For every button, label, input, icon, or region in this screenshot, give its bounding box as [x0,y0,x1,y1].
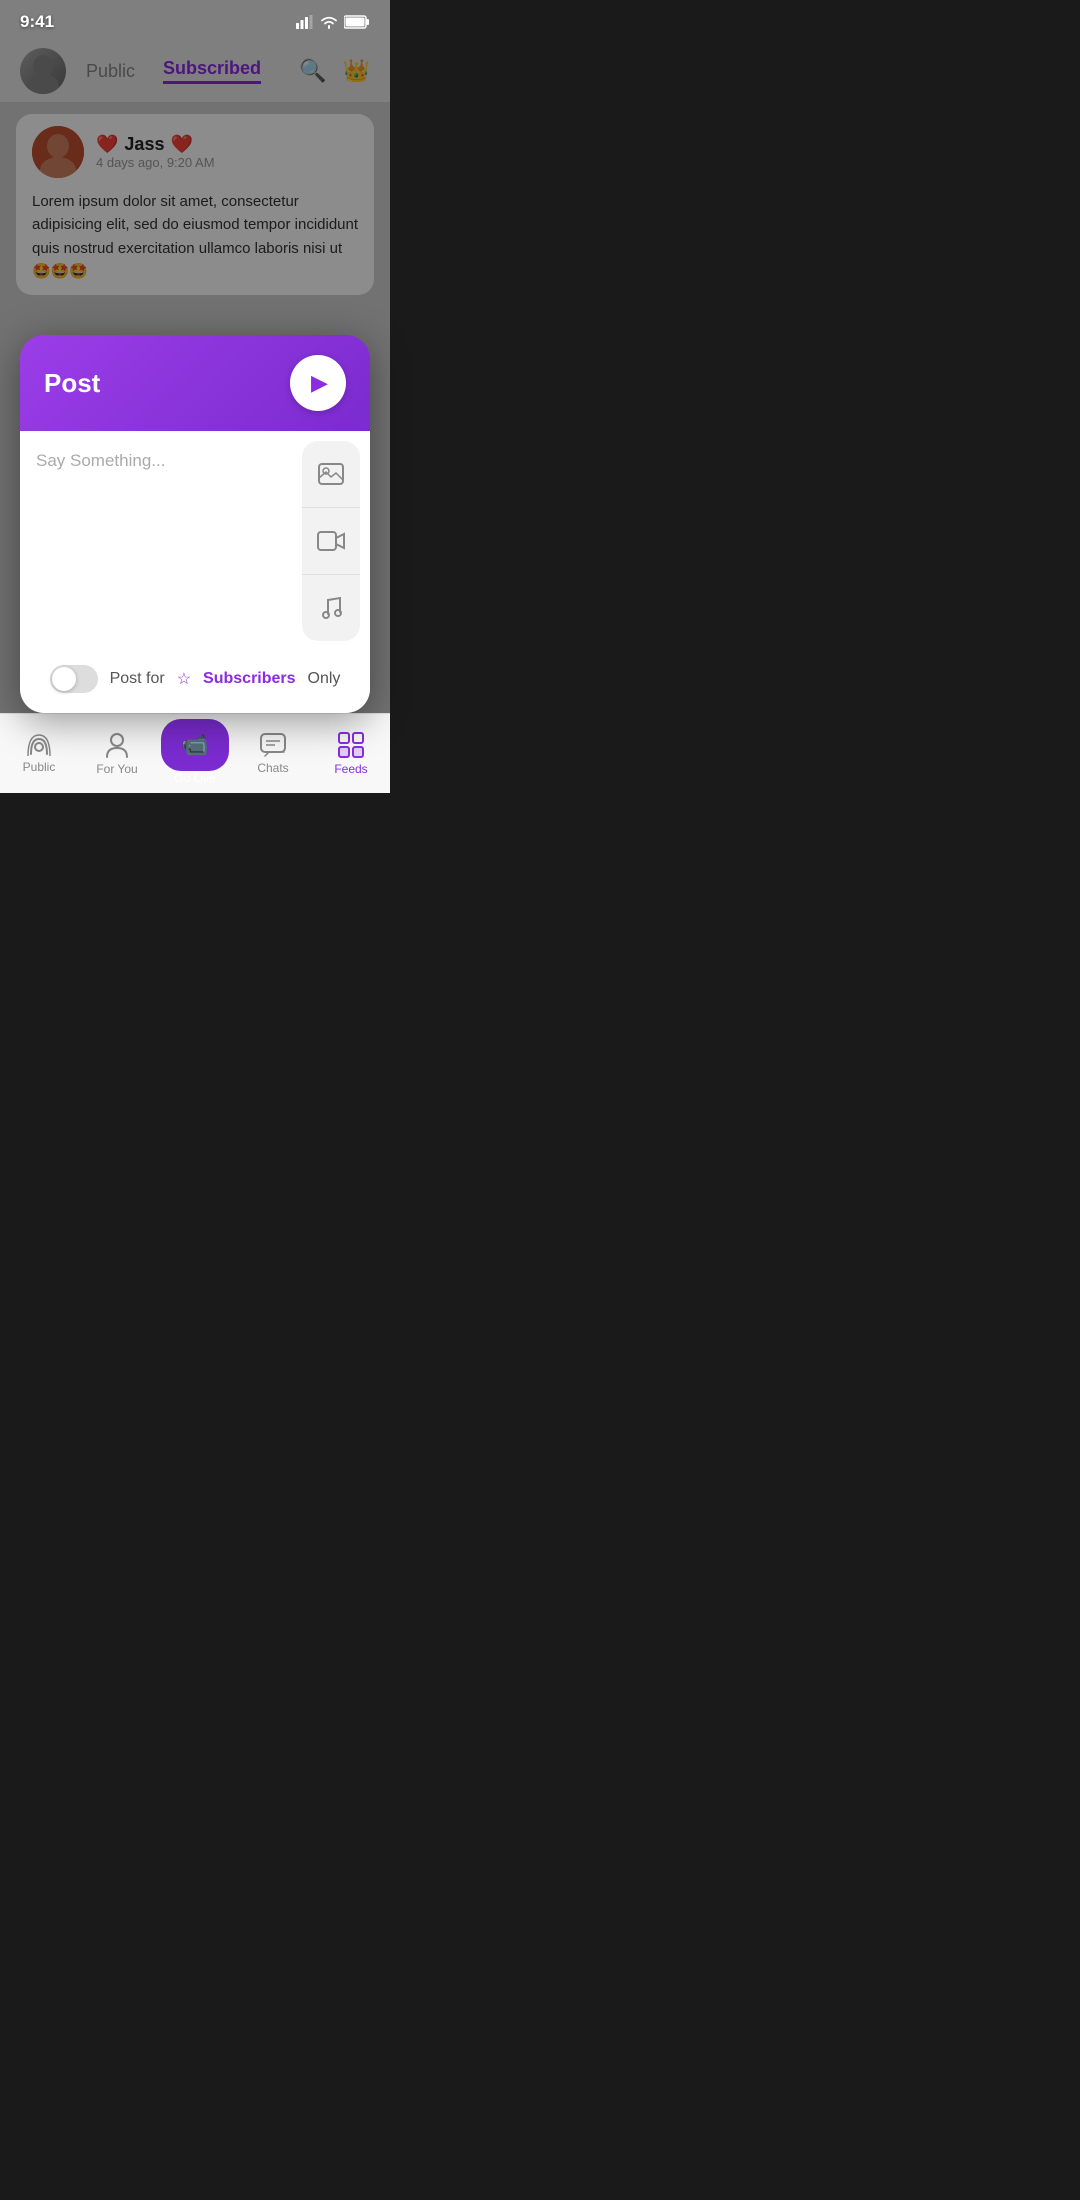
nav-item-feeds[interactable]: Feeds [312,732,390,776]
video-camera-icon: 📹 [181,732,208,758]
modal-body: Say Something... [20,431,370,651]
modal-footer: Post for ☆ Subscribers Only [20,651,370,713]
nav-item-public[interactable]: Public [0,734,78,774]
only-label: Only [308,670,341,688]
battery-icon [344,15,370,29]
image-icon [318,463,344,485]
nav-label-feeds: Feeds [334,762,367,776]
nav-item-foryou[interactable]: For You [78,732,156,776]
post-modal: Post ▶ Say Something... [20,335,370,713]
person-icon [106,732,128,758]
status-time: 9:41 [20,12,54,32]
nav-label-golive: Go Live [174,771,215,785]
broadcast-icon [26,734,52,756]
image-upload-button[interactable] [302,441,360,508]
send-arrow-icon: ▶ [311,370,328,396]
post-placeholder: Say Something... [36,451,165,470]
video-upload-button[interactable] [302,508,360,575]
bottom-nav: Public For You 📹 Go Live Chats [0,713,390,793]
wifi-icon [320,15,338,29]
toggle-label: Post for [110,670,165,688]
media-actions [302,441,360,641]
status-icons [296,15,370,29]
nav-label-chats: Chats [257,761,288,775]
star-icon: ☆ [177,669,191,689]
nav-label-public: Public [23,760,56,774]
toggle-knob [52,667,76,691]
send-button[interactable]: ▶ [290,355,346,411]
nav-label-foryou: For You [96,762,137,776]
video-icon [317,531,345,551]
music-icon [320,596,342,620]
post-text-area[interactable]: Say Something... [20,431,302,651]
subscribers-toggle[interactable] [50,665,98,693]
modal-title: Post [44,368,100,399]
subscribers-label: Subscribers [203,670,295,688]
nav-item-golive[interactable]: 📹 Go Live [156,719,234,789]
music-upload-button[interactable] [302,575,360,641]
modal-header: Post ▶ [20,335,370,431]
signal-icon [296,15,314,29]
chat-icon [260,733,286,757]
feeds-icon [338,732,364,758]
golive-button[interactable]: 📹 [161,719,229,771]
nav-item-chats[interactable]: Chats [234,733,312,775]
